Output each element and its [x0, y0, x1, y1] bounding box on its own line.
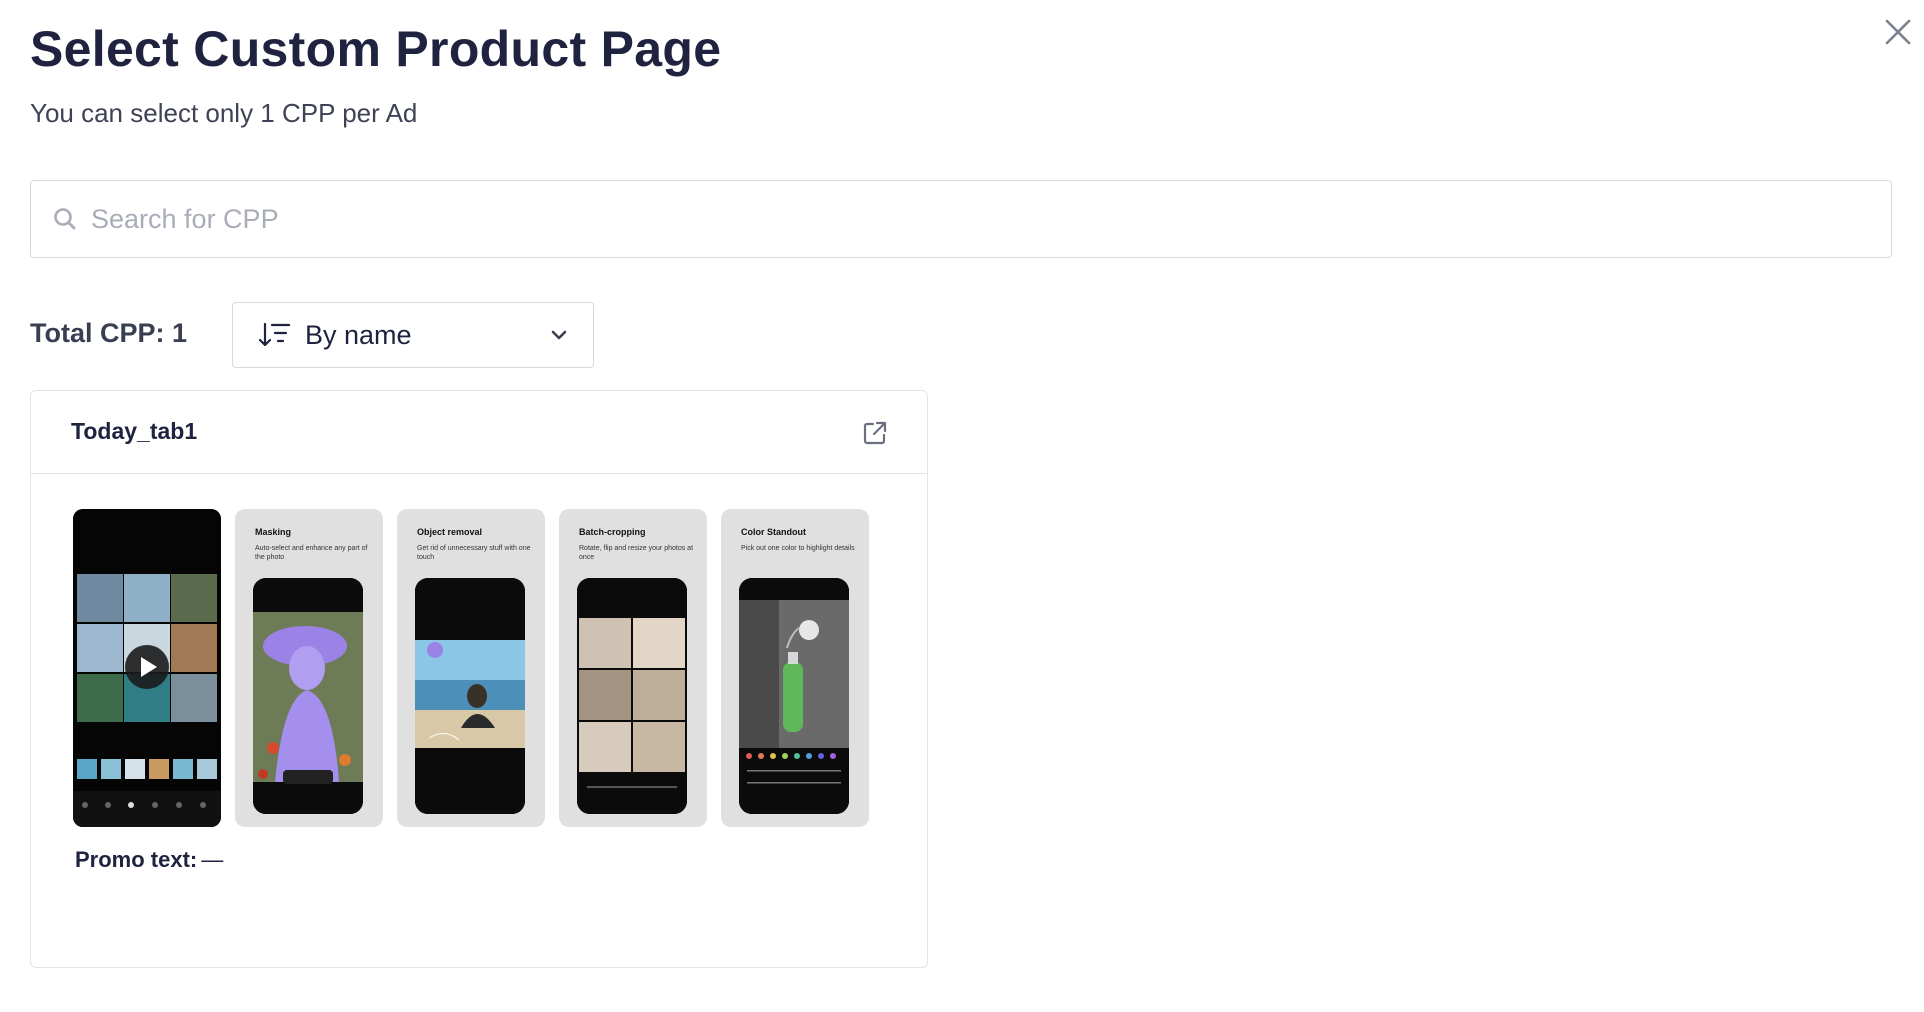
screenshot-subtitle: Pick out one color to highlight details — [741, 545, 855, 552]
close-button[interactable] — [1880, 14, 1916, 50]
close-icon — [1885, 19, 1911, 45]
phone-mockup — [253, 578, 363, 814]
batch-cropping-thumbnail — [577, 578, 687, 814]
color-standout-thumbnail — [739, 578, 849, 814]
promo-text-value: — — [201, 847, 224, 872]
screenshot-subtitle: Auto-select and enhance any part of the … — [255, 545, 368, 561]
sort-descending-icon — [258, 322, 291, 347]
open-cpp-link-button[interactable] — [861, 419, 889, 447]
screenshot-preview[interactable]: Color Standout Pick out one color to hig… — [721, 509, 869, 827]
external-link-icon — [863, 421, 887, 445]
screenshot-preview[interactable]: Batch-cropping Rotate, flip and resize y… — [559, 509, 707, 827]
screenshot-title: Color Standout — [741, 527, 806, 537]
dialog-title: Select Custom Product Page — [30, 21, 722, 77]
screenshot-title: Batch-cropping — [579, 527, 646, 537]
dialog-subtitle: You can select only 1 CPP per Ad — [30, 98, 418, 128]
screenshot-preview[interactable] — [73, 509, 221, 827]
masking-thumbnail — [253, 578, 363, 814]
screenshot-title: Masking — [255, 527, 292, 537]
cpp-card[interactable]: Today_tab1 Masking Auto-select and enhan… — [30, 390, 928, 968]
select-cpp-dialog: Select Custom Product Page You can selec… — [0, 0, 1924, 1012]
search-input[interactable] — [89, 202, 1873, 236]
screenshot-preview[interactable]: Object removal Get rid of unnecessary st… — [397, 509, 545, 827]
video-grid-thumbnail — [73, 509, 221, 827]
total-cpp-count: Total CPP: 1 — [30, 318, 188, 348]
cpp-name: Today_tab1 — [71, 418, 198, 444]
promo-text-row: Promo text: — — [75, 847, 223, 873]
promo-text-label: Promo text: — [75, 847, 198, 872]
search-box[interactable] — [30, 180, 1892, 258]
chevron-down-icon — [551, 330, 567, 340]
sort-selected-value: By name — [305, 319, 412, 350]
phone-mockup — [739, 578, 849, 814]
phone-mockup — [415, 578, 525, 814]
cpp-card-header: Today_tab1 — [31, 391, 927, 474]
screenshot-subtitle: Rotate, flip and resize your photos at o… — [579, 545, 694, 561]
object-removal-thumbnail — [415, 578, 525, 814]
screenshot-title: Object removal — [417, 527, 483, 537]
sort-dropdown[interactable]: By name — [232, 302, 594, 368]
phone-mockup — [577, 578, 687, 814]
screenshot-preview[interactable]: Masking Auto-select and enhance any part… — [235, 509, 383, 827]
screenshot-subtitle: Get rid of unnecessary stuff with one to… — [417, 545, 531, 561]
search-icon — [54, 208, 76, 230]
